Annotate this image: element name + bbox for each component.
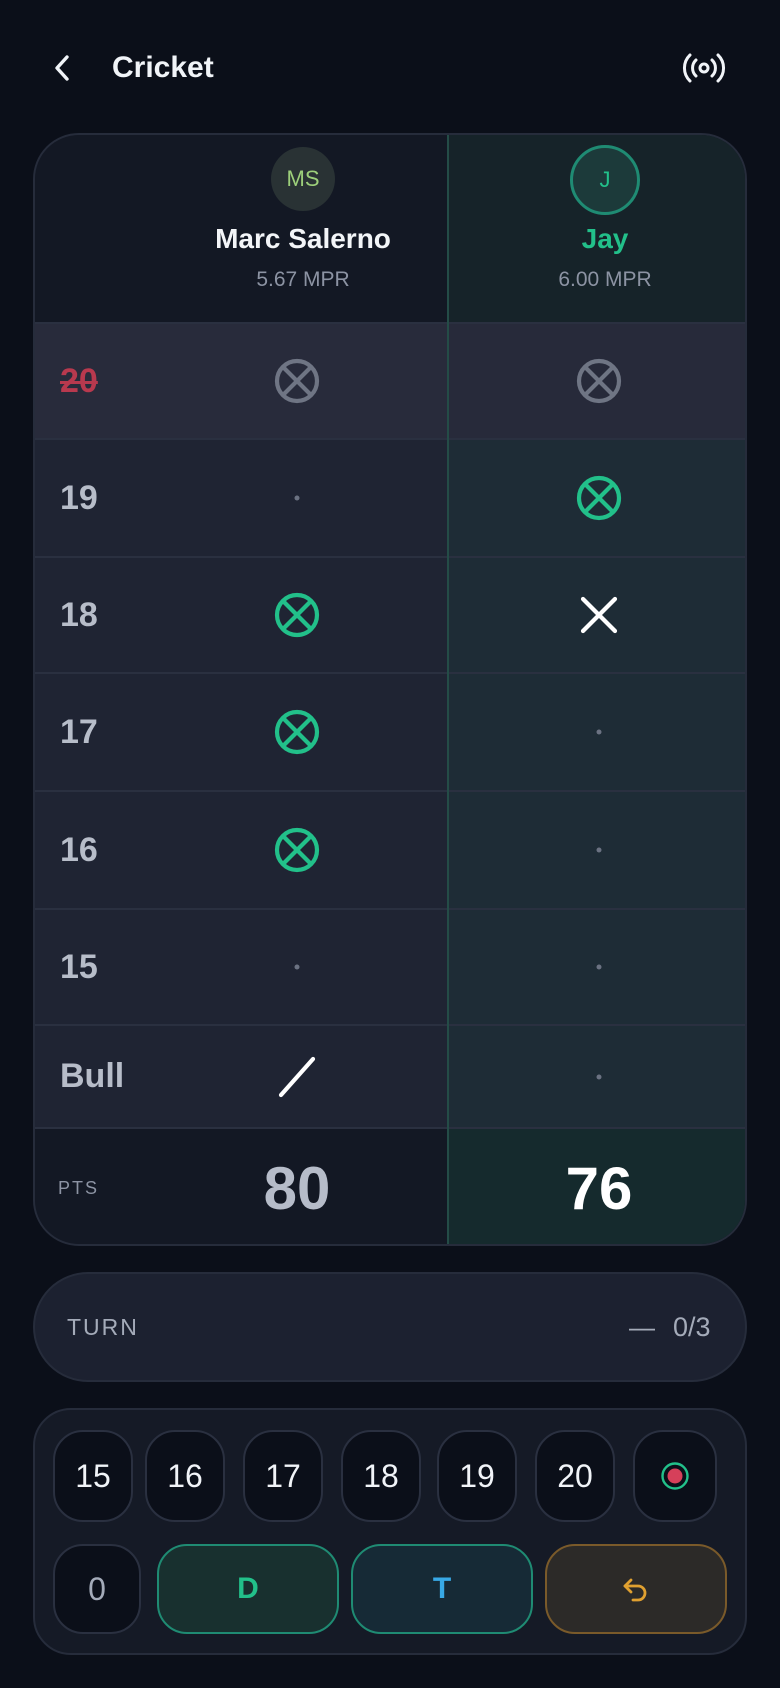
- broadcast-button[interactable]: [680, 44, 728, 92]
- double-button[interactable]: D: [157, 1544, 339, 1634]
- target-label: 17: [60, 712, 98, 751]
- key-20[interactable]: 20: [535, 1430, 615, 1522]
- turn-bar: TURN — 0/3: [33, 1272, 747, 1382]
- target-label: 18: [60, 595, 98, 634]
- mark-three-icon: [271, 824, 323, 876]
- points-row: PTS 80 76: [35, 1127, 745, 1244]
- player-mpr: 6.00 MPR: [558, 268, 652, 291]
- target-label: 20: [60, 361, 98, 400]
- triple-button[interactable]: T: [351, 1544, 533, 1634]
- mark-one-icon: [271, 1051, 323, 1103]
- player-mpr: 5.67 MPR: [256, 268, 350, 291]
- app-header: Cricket: [0, 0, 780, 140]
- key-bull[interactable]: [633, 1430, 717, 1522]
- key-19[interactable]: 19: [437, 1430, 517, 1522]
- chevron-left-icon: [55, 55, 69, 81]
- player-header: MS Marc Salerno 5.67 MPR J Jay 6.00 MPR: [35, 135, 745, 322]
- empty-mark-dot: [596, 1074, 602, 1079]
- scoreboard: MS Marc Salerno 5.67 MPR J Jay 6.00 MPR …: [33, 133, 747, 1246]
- player-name: Jay: [581, 223, 629, 254]
- player-jay[interactable]: J Jay 6.00 MPR: [485, 135, 725, 322]
- target-label: 15: [60, 947, 98, 986]
- points-value-marc: 80: [263, 1155, 331, 1222]
- key-15[interactable]: 15: [53, 1430, 133, 1522]
- back-button[interactable]: [44, 48, 80, 88]
- target-label: 16: [60, 830, 98, 869]
- marks-row-17: 17: [35, 672, 745, 790]
- key-18[interactable]: 18: [341, 1430, 421, 1522]
- empty-mark-dot: [596, 729, 602, 735]
- key-17[interactable]: 17: [243, 1430, 323, 1522]
- broadcast-icon: [683, 53, 725, 83]
- marks-row-18: 18: [35, 556, 745, 672]
- key-0[interactable]: 0: [53, 1544, 141, 1634]
- empty-mark-dot: [596, 964, 602, 970]
- empty-mark-dot: [294, 495, 300, 501]
- key-16[interactable]: 16: [145, 1430, 225, 1522]
- undo-icon: [623, 1578, 647, 1602]
- mark-three-icon: [271, 706, 323, 758]
- marks-row-16: 16: [35, 790, 745, 908]
- mark-closed-icon: [573, 355, 625, 407]
- marks-row-15: 15: [35, 908, 745, 1024]
- points-value-jay: 76: [565, 1155, 633, 1222]
- target-label: 19: [60, 478, 98, 517]
- mark-three-icon: [271, 589, 323, 641]
- score-keypad: 15 16 17 18 19 20 0 D T: [33, 1408, 747, 1655]
- player-marc[interactable]: MS Marc Salerno 5.67 MPR: [183, 135, 423, 322]
- mark-three-icon: [573, 472, 625, 524]
- points-label: PTS: [58, 1178, 100, 1198]
- undo-button[interactable]: [545, 1544, 727, 1634]
- column-divider: [447, 135, 449, 1244]
- turn-dash: —: [629, 1311, 655, 1342]
- marks-row-bull: Bull: [35, 1024, 745, 1127]
- mark-two-icon: [573, 589, 625, 641]
- turn-label: TURN: [67, 1313, 139, 1340]
- marks-row-20: 20: [35, 322, 745, 438]
- empty-mark-dot: [294, 964, 300, 970]
- avatar: MS: [271, 147, 335, 211]
- marks-row-19: 19: [35, 438, 745, 556]
- avatar: J: [570, 145, 640, 215]
- player-name: Marc Salerno: [215, 223, 391, 254]
- page-title: Cricket: [112, 51, 214, 84]
- empty-mark-dot: [596, 847, 602, 853]
- target-label: Bull: [60, 1057, 125, 1095]
- mark-closed-icon: [271, 355, 323, 407]
- turn-count: 0/3: [673, 1311, 711, 1342]
- bullseye-icon: [661, 1462, 689, 1490]
